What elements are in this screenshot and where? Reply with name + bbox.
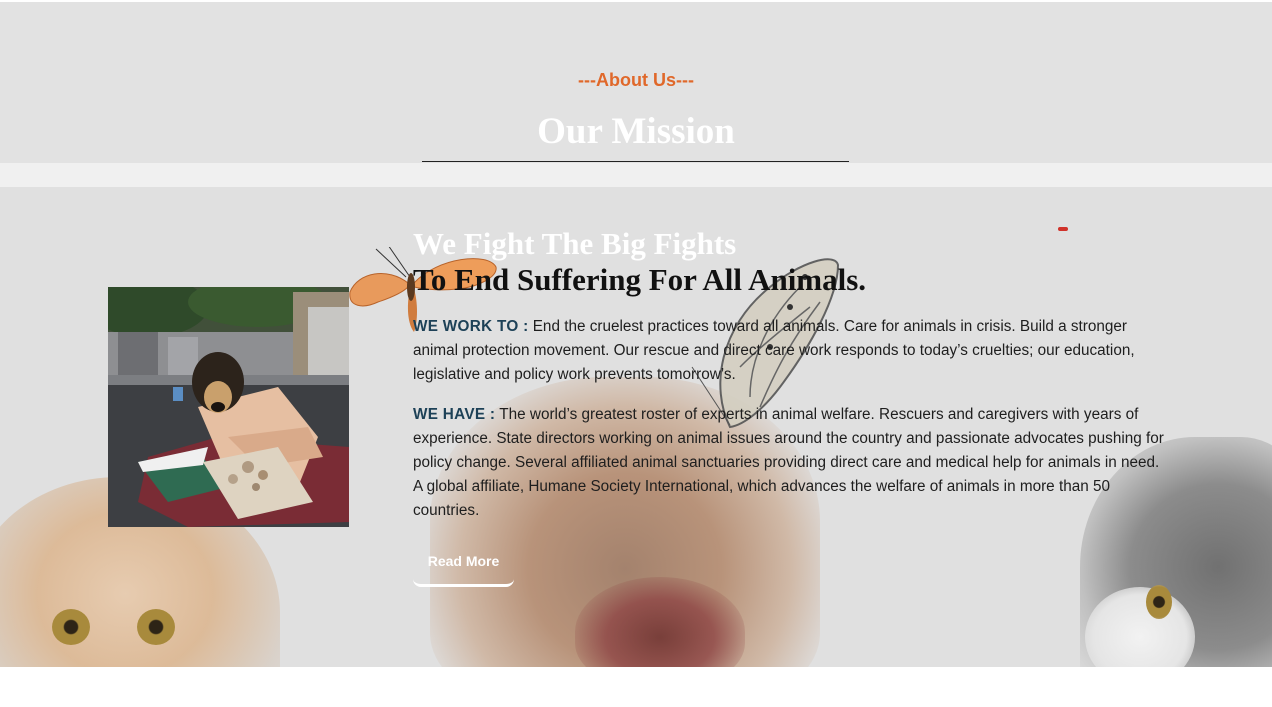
paragraph-lead: WE HAVE : [413,406,496,423]
cat-eye-icon [137,609,175,645]
headline-primary: We Fight The Big Fights [413,226,737,261]
slider-indicator-dot[interactable] [1058,227,1068,231]
rescue-dog-illustration [108,287,349,527]
paragraph-lead: WE WORK TO : [413,318,529,335]
read-more-button[interactable]: Read More [413,549,514,587]
cat-eye-icon [52,609,90,645]
page-bottom-spacer [0,667,1272,707]
about-header: ---About Us--- Our Mission [0,2,1272,163]
headline-secondary: To End Suffering For All Animals. [413,262,867,297]
page-title: Our Mission [537,111,735,152]
mission-paragraph: WE WORK TO : End the cruelest practices … [413,315,1165,387]
mission-paragraph: WE HAVE : The world’s greatest roster of… [413,403,1165,523]
paragraph-text: The world’s greatest roster of experts i… [413,406,1164,519]
rescue-dog-photo [108,287,349,527]
cat-eye-icon [1146,585,1172,619]
section-divider [0,163,1272,187]
mission-section: We Fight The Big Fights To End Suffering… [0,187,1272,667]
section-eyebrow: ---About Us--- [578,70,694,90]
title-underline [422,161,849,162]
